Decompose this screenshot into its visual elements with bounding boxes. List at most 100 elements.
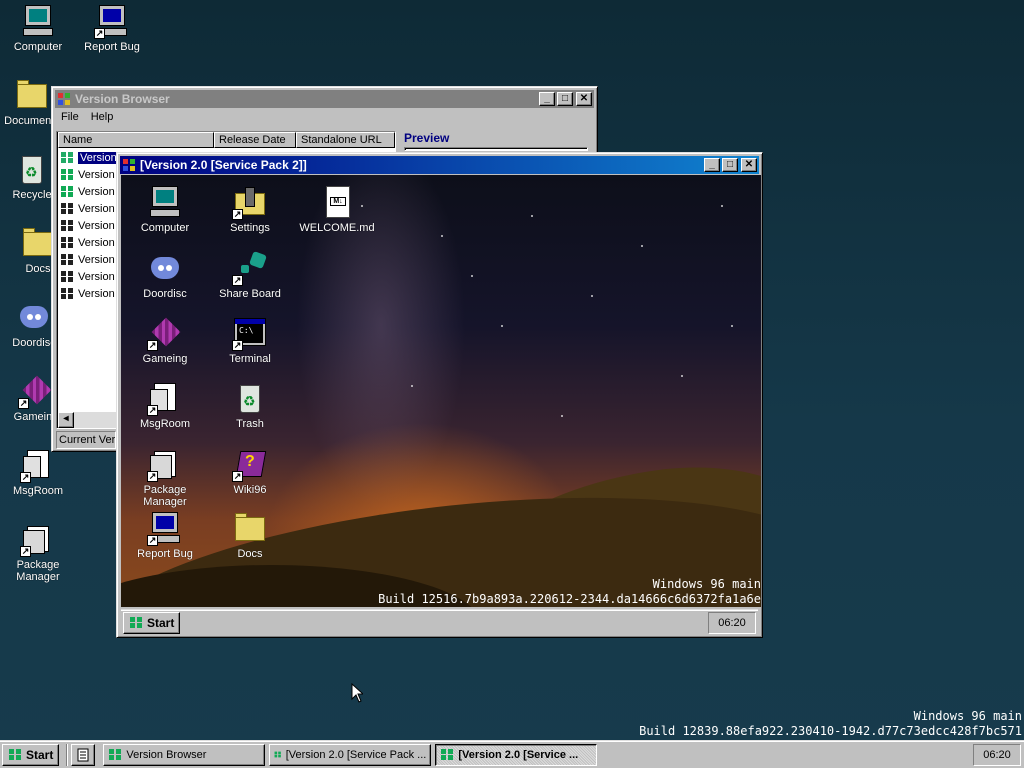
taskbar-button-sp2-a[interactable]: [Version 2.0 [Service Pack ...: [269, 743, 432, 766]
close-button[interactable]: ✕: [576, 92, 592, 106]
windows-logo-icon: [130, 617, 142, 628]
icon-label: MsgRoom: [139, 418, 191, 430]
desktop-icon-label: MsgRoom: [12, 485, 64, 497]
inner-icon-msgroom[interactable]: ↗ MsgRoom: [127, 381, 203, 430]
computer-icon: [21, 4, 55, 38]
inner-start-button[interactable]: Start: [123, 611, 181, 634]
inner-desktop[interactable]: Computer Doordisc ↗ Gameing ↗ MsgRoom ↗ …: [121, 175, 761, 607]
menu-file[interactable]: File: [55, 111, 85, 123]
icon-label: Report Bug: [137, 548, 193, 560]
icon-label: Computer: [140, 222, 190, 234]
icon-label: Terminal: [229, 353, 271, 365]
inner-icon-welcome-md[interactable]: M↓ WELCOME.md: [297, 185, 377, 234]
minimize-button[interactable]: _: [704, 158, 720, 172]
inner-build-info: Windows 96 main Build 12516.7b9a893a.220…: [378, 577, 761, 606]
column-standalone-url[interactable]: Standalone URL: [296, 132, 395, 148]
windows-logo-icon: [9, 749, 21, 760]
inner-icon-computer[interactable]: Computer: [127, 185, 203, 234]
discord-icon: [17, 300, 51, 334]
inner-icon-settings[interactable]: ↗ Settings: [212, 185, 288, 234]
desktop-icon-label: Report Bug: [84, 41, 140, 53]
windows-logo-icon: [61, 271, 73, 282]
msgroom-icon: ↗: [147, 381, 182, 416]
folder-icon: [21, 226, 55, 260]
windows-logo-icon: [61, 186, 73, 197]
discord-icon: [148, 251, 182, 285]
inner-taskbar: Start 06:20: [121, 609, 758, 635]
column-name[interactable]: Name: [58, 132, 214, 148]
inner-icon-wiki96[interactable]: ? ↗ Wiki96: [212, 447, 288, 496]
close-button[interactable]: ✕: [741, 158, 757, 172]
scroll-left-button[interactable]: ◂: [58, 412, 74, 428]
icon-label: Settings: [230, 222, 270, 234]
markdown-file-icon: M↓: [320, 185, 354, 219]
desktop-icon-msgroom[interactable]: ↗ MsgRoom: [0, 448, 76, 497]
inner-icon-doordisc[interactable]: Doordisc: [127, 251, 203, 300]
taskbar-button-version-browser[interactable]: Version Browser: [103, 743, 266, 766]
desktop-icon-computer[interactable]: Computer: [0, 4, 76, 53]
icon-label: Docs: [237, 548, 263, 560]
package-icon: ↗: [20, 522, 55, 557]
terminal-icon: C:\ ↗: [232, 316, 267, 351]
maximize-button[interactable]: □: [722, 158, 738, 172]
notepad-icon: [77, 748, 89, 761]
inner-icon-package-manager[interactable]: ↗ Package Manager: [127, 447, 203, 508]
game-cube-icon: ↗: [18, 374, 53, 409]
icon-label: Package Manager: [143, 484, 187, 508]
start-button[interactable]: Start: [2, 743, 60, 766]
windows-logo-icon: [58, 93, 70, 105]
windows-logo-icon: [61, 220, 73, 231]
windows-logo-icon: [61, 254, 73, 265]
list-item[interactable]: Version: [60, 149, 119, 166]
sp2-window[interactable]: [Version 2.0 [Service Pack 2]] _ □ ✕ Com…: [116, 152, 763, 638]
mouse-cursor-icon: [351, 683, 363, 703]
inner-icon-trash[interactable]: ♻ Trash: [212, 381, 288, 430]
desktop-icon-package-manager[interactable]: ↗ Package Manager: [0, 522, 76, 583]
share-board-icon: ↗: [232, 251, 267, 286]
package-icon: ↗: [147, 447, 182, 482]
outer-build-info: Windows 96 main Build 12839.88efa922.230…: [639, 709, 1022, 738]
game-cube-icon: ↗: [147, 316, 182, 351]
list-item[interactable]: Version: [60, 217, 115, 234]
wiki-book-icon: ? ↗: [232, 447, 267, 482]
inner-icon-docs[interactable]: Docs: [212, 511, 288, 560]
msgroom-icon: ↗: [20, 448, 55, 483]
settings-icon: ↗: [232, 185, 267, 220]
quick-launch-notepad[interactable]: [71, 743, 96, 766]
maximize-button[interactable]: □: [557, 92, 573, 106]
list-item[interactable]: Version: [60, 268, 115, 285]
windows-logo-icon: [61, 169, 73, 180]
version-browser-titlebar[interactable]: Version Browser _ □ ✕: [55, 90, 594, 108]
icon-label: Gameing: [142, 353, 188, 365]
inner-icon-terminal[interactable]: C:\ ↗ Terminal: [212, 316, 288, 365]
menubar: File Help: [55, 108, 594, 126]
folder-icon: [233, 511, 267, 545]
recycle-bin-icon: ♻: [15, 152, 49, 186]
icon-label: Share Board: [219, 288, 281, 300]
desktop-icon-label: Computer: [13, 41, 63, 53]
list-item[interactable]: Version: [60, 285, 115, 302]
column-release-date[interactable]: Release Date: [214, 132, 296, 148]
sp2-titlebar[interactable]: [Version 2.0 [Service Pack 2]] _ □ ✕: [120, 156, 759, 174]
list-item[interactable]: Version: [60, 200, 115, 217]
taskbar-button-sp2-b[interactable]: [Version 2.0 [Service ...: [435, 743, 598, 766]
icon-label: WELCOME.md: [299, 222, 375, 234]
icon-label: Doordisc: [143, 288, 187, 300]
inner-clock: 06:20: [708, 611, 756, 634]
minimize-button[interactable]: _: [539, 92, 555, 106]
windows-logo-icon: [61, 237, 73, 248]
list-item[interactable]: Version: [60, 234, 115, 251]
window-title: [Version 2.0 [Service Pack 2]]: [140, 158, 307, 172]
desktop-icon-report-bug[interactable]: ↗ Report Bug: [74, 4, 150, 53]
inner-icon-share-board[interactable]: ↗ Share Board: [212, 251, 288, 300]
status-bar: Current Versi: [56, 431, 116, 449]
list-item[interactable]: Version: [60, 166, 115, 183]
icon-label: Trash: [236, 418, 264, 430]
inner-icon-report-bug[interactable]: ↗ Report Bug: [127, 511, 203, 560]
list-item[interactable]: Version: [60, 251, 115, 268]
list-item[interactable]: Version: [60, 183, 115, 200]
inner-icon-gameing[interactable]: ↗ Gameing: [127, 316, 203, 365]
menu-help[interactable]: Help: [85, 111, 120, 123]
windows-logo-icon: [441, 749, 454, 760]
report-bug-icon: ↗: [147, 511, 182, 546]
